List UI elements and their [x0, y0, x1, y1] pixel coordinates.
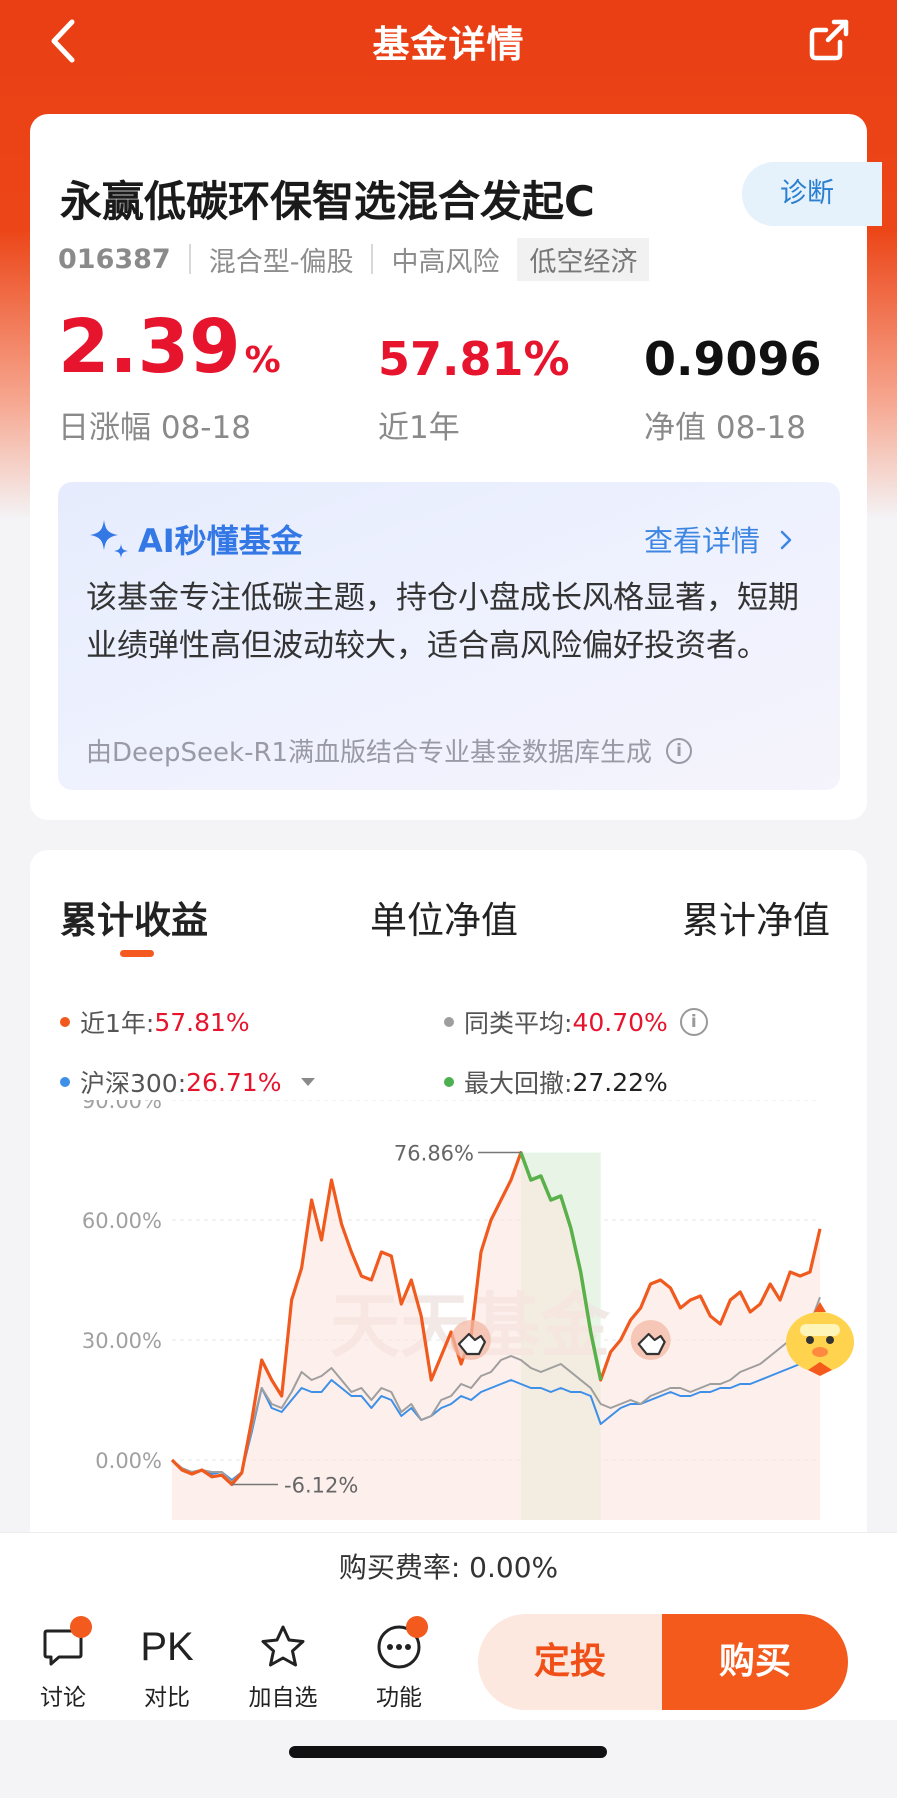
max-annotation-label: 76.86% [394, 1142, 474, 1166]
ai-summary-text: 该基金专注低碳主题，持仓小盘成长风格显著，短期业绩弹性高但波动较大，适合高风险偏… [86, 580, 799, 664]
ai-disclaimer: 由DeepSeek-R1满血版结合专业基金数据库生成 i [86, 732, 693, 769]
star-icon [261, 1625, 305, 1667]
legend-index-value: 26.71% [186, 1067, 282, 1097]
ai-disclaimer-text: 由DeepSeek-R1满血版结合专业基金数据库生成 [86, 738, 653, 768]
theme-tag[interactable]: 低空经济 [517, 237, 650, 281]
active-tab-indicator [120, 950, 154, 957]
tab-cumulative-return[interactable]: 累计收益 [60, 890, 208, 944]
legend-peer: 同类平均: 40.70% i [444, 1004, 708, 1040]
discuss-icon-wrap [18, 1616, 108, 1672]
fund-info-card: 永赢低碳环保智选混合发起C 诊断 016387 混合型-偏股 中高风险 低空经济… [30, 114, 882, 820]
view-details-label: 查看详情 [644, 524, 761, 558]
ai-summary-box[interactable]: AI秒懂基金 查看详情 该基金专注低碳主题，持仓小盘成长风格显著，短期业绩弹性高… [58, 482, 840, 790]
share-button[interactable] [804, 14, 854, 64]
divider [371, 244, 374, 274]
star-icon-wrap [238, 1622, 328, 1672]
pk-icon: PK [122, 1622, 212, 1672]
legend-drawdown-label: 最大回撤: [464, 1069, 573, 1098]
buy-button[interactable]: 购买 [662, 1614, 848, 1710]
diagnose-button[interactable]: 诊断 [742, 162, 882, 226]
nav-bar: 基金详情 [0, 0, 897, 84]
nav-value: 0.9096 [644, 332, 822, 386]
legend-drawdown: 最大回撤: 27.22% [444, 1064, 668, 1100]
legend-dot [444, 1017, 454, 1027]
sip-button[interactable]: 定投 [478, 1614, 662, 1710]
discuss-button[interactable]: 讨论 [18, 1616, 108, 1712]
bottom-action-bar: 讨论 PK 对比 加自选 功能 定投 购买 [0, 1602, 897, 1720]
tab-cumulative-nav[interactable]: 累计净值 [682, 890, 830, 944]
fund-meta: 016387 混合型-偏股 中高风险 低空经济 [58, 237, 650, 281]
legend-drawdown-value: 27.22% [572, 1067, 668, 1097]
add-watchlist-button[interactable]: 加自选 [238, 1622, 328, 1712]
performance-card: 累计收益 单位净值 累计净值 近1年: 57.81% 同类平均: 40.70% … [30, 850, 867, 1610]
y-tick-label: 90.00% [82, 1100, 162, 1113]
notification-badge [406, 1616, 428, 1638]
more-icon-wrap [354, 1616, 444, 1672]
legend-index-label: 沪深300: [80, 1069, 187, 1098]
compare-button[interactable]: PK 对比 [122, 1622, 212, 1712]
compare-label: 对比 [144, 1685, 190, 1711]
home-indicator[interactable] [289, 1746, 607, 1758]
home-indicator-area [0, 1720, 897, 1798]
tab-unit-nav[interactable]: 单位净值 [370, 890, 518, 944]
sparkle-icon [90, 520, 128, 558]
functions-button[interactable]: 功能 [354, 1616, 444, 1712]
add-watchlist-label: 加自选 [248, 1685, 318, 1711]
min-annotation-label: -6.12% [284, 1473, 358, 1497]
nav-label: 净值 08-18 [644, 410, 806, 446]
dropdown-triangle-icon[interactable] [301, 1078, 316, 1086]
info-icon[interactable]: i [679, 1008, 708, 1036]
year-return-value: 57.81% [378, 332, 570, 386]
share-icon [809, 19, 849, 61]
pk-text: PK [140, 1624, 194, 1669]
legend-peer-value: 40.70% [572, 1007, 668, 1037]
notification-badge [70, 1616, 92, 1638]
drag-handle-icon[interactable] [630, 1320, 671, 1360]
legend-dot [60, 1017, 70, 1027]
daily-change-value: 2.39% [58, 310, 281, 384]
fund-name: 永赢低碳环保智选混合发起C [60, 177, 595, 226]
legend-index[interactable]: 沪深300: 26.71% [60, 1064, 316, 1100]
info-icon[interactable]: i [666, 737, 693, 764]
legend-fund: 近1年: 57.81% [60, 1004, 250, 1040]
drag-handle-icon[interactable] [450, 1320, 491, 1360]
chevron-right-icon [780, 530, 792, 550]
purchase-fee-text: 购买费率: 0.00% [338, 1551, 559, 1584]
legend-dot [60, 1077, 70, 1087]
daily-change-number: 2.39 [58, 304, 241, 390]
page-title: 基金详情 [372, 23, 525, 66]
functions-label: 功能 [376, 1685, 422, 1711]
purchase-fee-bar: 购买费率: 0.00% [0, 1532, 897, 1602]
y-tick-label: 30.00% [82, 1329, 162, 1353]
legend-fund-label: 近1年: [80, 1009, 155, 1038]
y-tick-label: 0.00% [95, 1449, 162, 1473]
divider [188, 244, 191, 274]
discuss-label: 讨论 [40, 1685, 86, 1711]
y-tick-label: 60.00% [82, 1209, 162, 1233]
year-return-label: 近1年 [378, 410, 460, 446]
ai-title: AI秒懂基金 [86, 516, 303, 562]
daily-change-label: 日涨幅 08-18 [58, 410, 251, 446]
view-details-link[interactable]: 查看详情 [644, 518, 795, 560]
fund-type: 混合型-偏股 [208, 246, 354, 278]
daily-change-unit: % [244, 340, 281, 381]
trade-buttons: 定投 购买 [478, 1614, 848, 1710]
legend-dot [444, 1077, 454, 1087]
legend-peer-label: 同类平均: [464, 1009, 573, 1038]
fund-risk: 中高风险 [391, 246, 500, 278]
legend-fund-value: 57.81% [154, 1007, 250, 1037]
ai-title-text: AI秒懂基金 [138, 522, 303, 560]
fund-code: 016387 [58, 243, 171, 275]
